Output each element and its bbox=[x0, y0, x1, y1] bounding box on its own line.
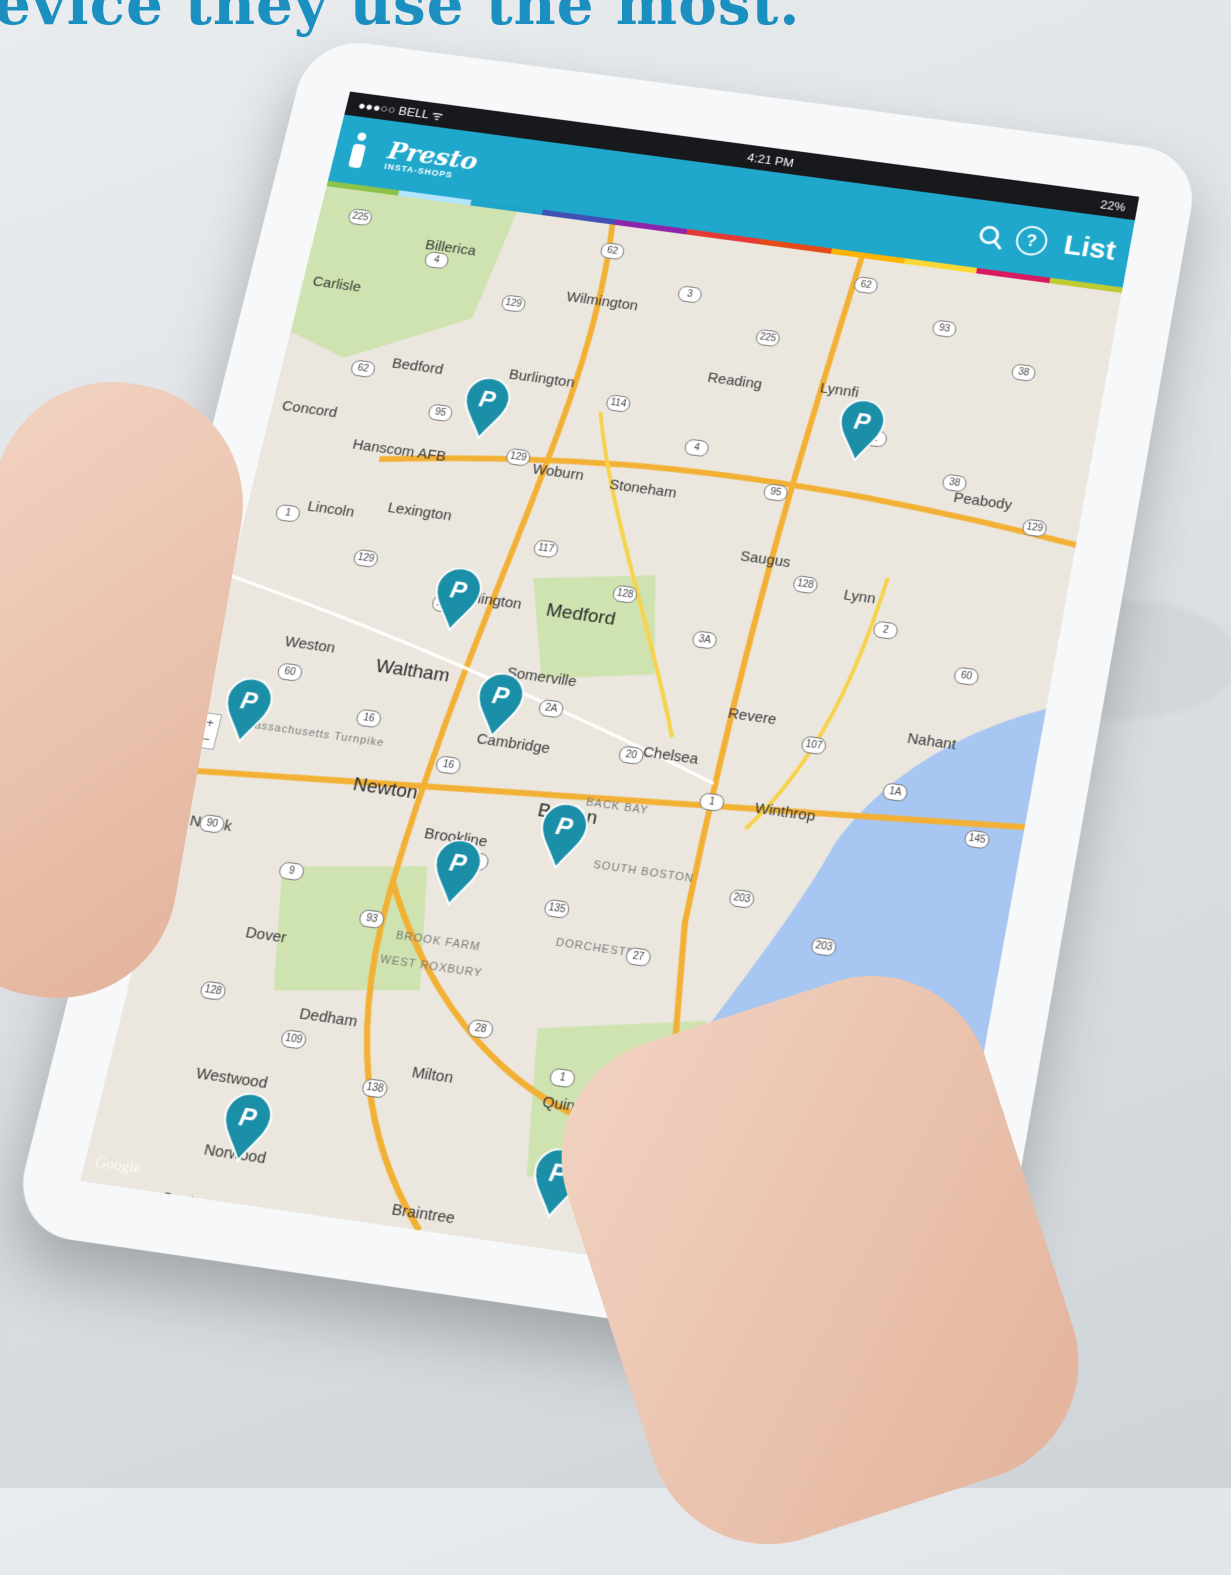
map-place-label: Randolph bbox=[262, 1269, 333, 1298]
headline: evice they use the most. bbox=[0, 0, 801, 38]
battery-indicator: 22% bbox=[1099, 196, 1127, 214]
clock: 4:21 PM bbox=[746, 149, 796, 170]
app-logo: Presto INSTA-SHOPS bbox=[384, 137, 481, 182]
header-actions: ? List bbox=[976, 218, 1118, 267]
list-view-button[interactable]: List bbox=[1061, 230, 1118, 268]
search-icon[interactable] bbox=[977, 224, 1001, 246]
help-icon[interactable]: ? bbox=[1013, 224, 1050, 258]
info-icon[interactable] bbox=[345, 132, 371, 170]
